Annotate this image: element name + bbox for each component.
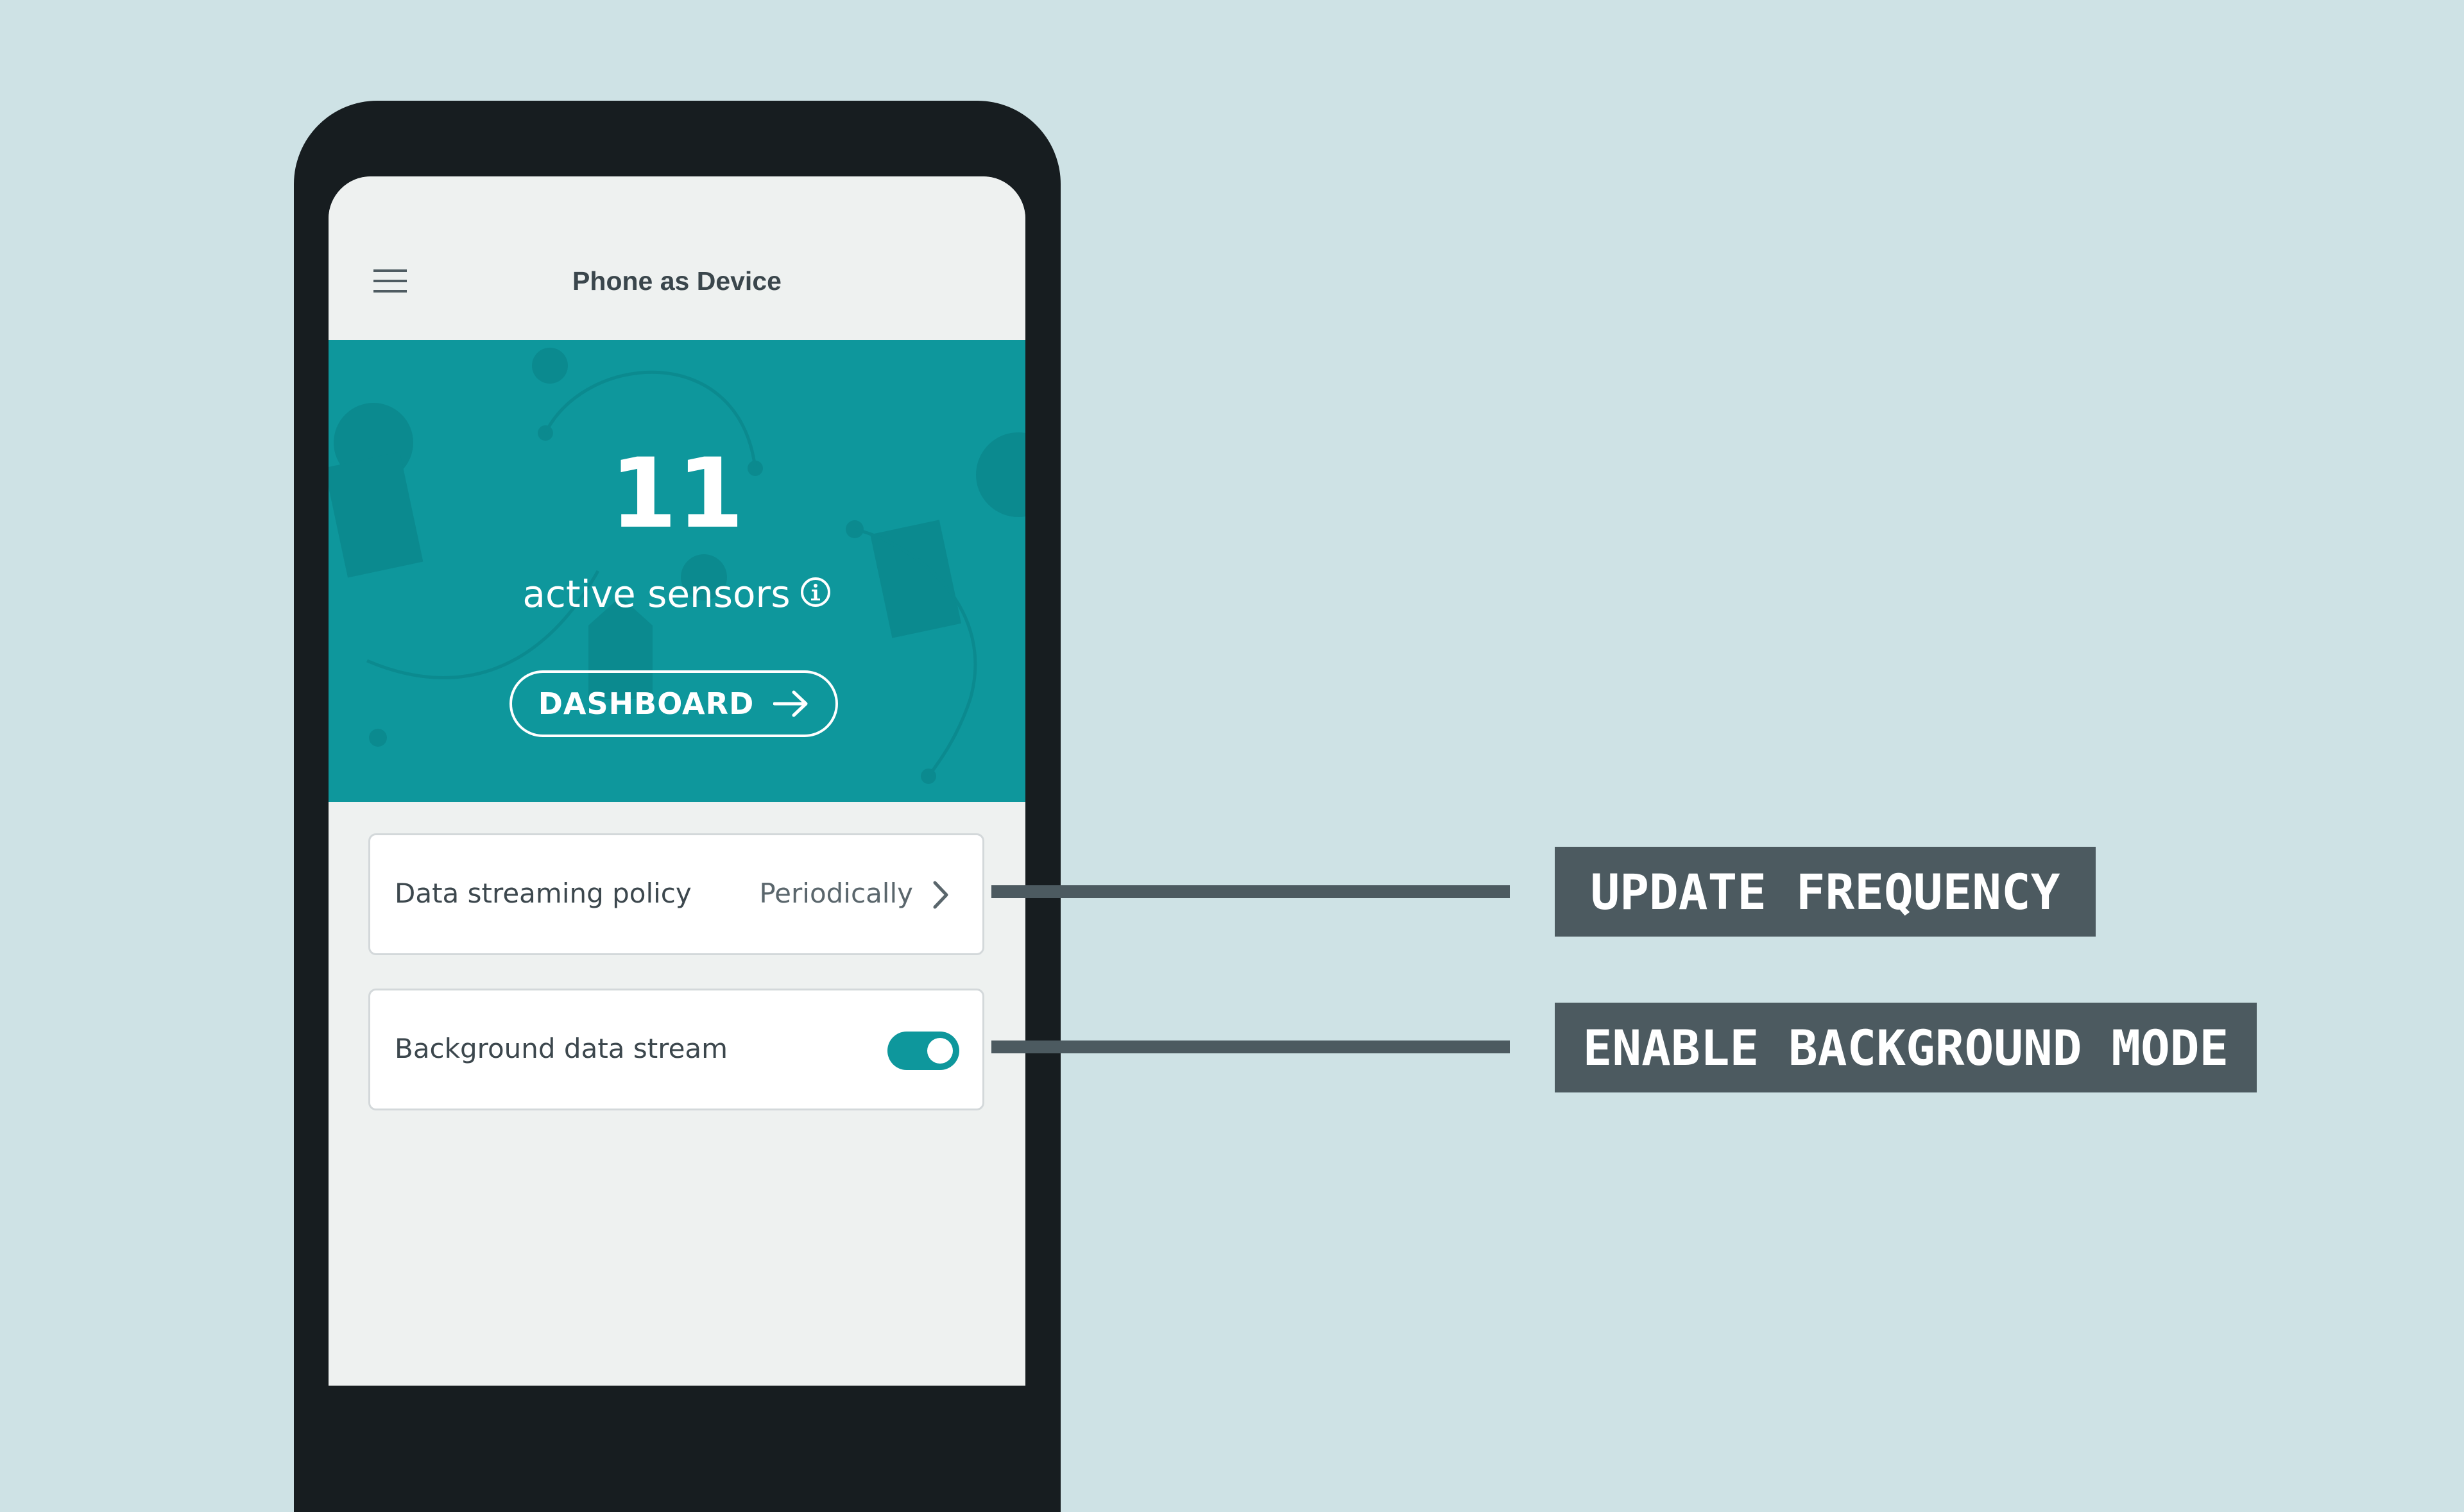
background-mode-connector [991, 1041, 1510, 1053]
info-icon[interactable] [800, 576, 832, 608]
background-data-stream-row: Background data stream [368, 989, 984, 1110]
app-bar: Phone as Device [329, 176, 1025, 340]
arrow-right-icon [773, 690, 808, 717]
background-mode-callout: ENABLE BACKGROUND MODE [1555, 1003, 2257, 1092]
active-sensor-count: 11 [610, 438, 744, 550]
dashboard-button[interactable]: DASHBOARD [509, 670, 838, 737]
phone-screen: Phone as Device 11 active sensors DASHBO… [329, 176, 1025, 1386]
toggle-knob [927, 1038, 953, 1064]
background-data-stream-label: Background data stream [395, 1033, 728, 1064]
background-data-stream-toggle[interactable] [887, 1032, 959, 1070]
chevron-right-icon [933, 881, 948, 909]
dashboard-button-label: DASHBOARD [538, 686, 755, 721]
data-streaming-policy-value: Periodically [759, 878, 913, 909]
active-sensors-label: active sensors [522, 572, 791, 616]
active-sensors-row: active sensors [329, 569, 1025, 616]
app-title: Phone as Device [572, 266, 782, 296]
update-frequency-callout: UPDATE FREQUENCY [1555, 847, 2096, 937]
hero-banner: 11 active sensors DASHBOARD [329, 340, 1025, 802]
data-streaming-policy-label: Data streaming policy [395, 878, 692, 909]
update-frequency-connector [991, 885, 1510, 898]
data-streaming-policy-row[interactable]: Data streaming policy Periodically [368, 833, 984, 955]
